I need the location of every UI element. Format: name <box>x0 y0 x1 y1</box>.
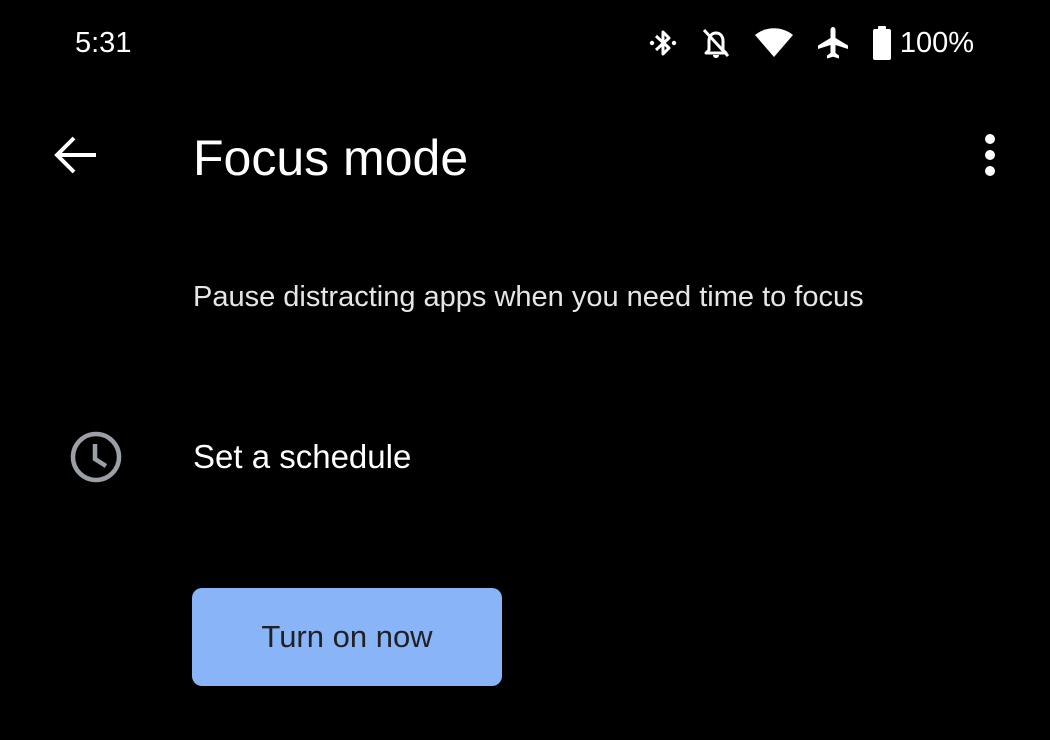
status-icons: 100% <box>648 24 974 62</box>
set-schedule-row[interactable]: Set a schedule <box>0 405 1050 505</box>
wifi-icon <box>754 28 794 58</box>
bluetooth-icon <box>648 27 678 59</box>
battery-icon: 100% <box>872 24 974 62</box>
airplane-icon <box>816 26 850 60</box>
page-title: Focus mode <box>193 130 469 186</box>
arrow-left-icon <box>52 135 98 180</box>
turn-on-now-button[interactable]: Turn on now <box>192 588 502 686</box>
clock-icon <box>68 429 124 485</box>
status-time: 5:31 <box>75 27 132 59</box>
set-schedule-label: Set a schedule <box>193 438 412 475</box>
notifications-off-icon <box>700 26 732 60</box>
back-button[interactable] <box>48 130 102 184</box>
more-options-button[interactable] <box>968 130 1012 184</box>
more-vert-icon <box>982 133 998 182</box>
battery-percent: 100% <box>899 27 974 59</box>
description-text: Pause distracting apps when you need tim… <box>193 281 864 313</box>
